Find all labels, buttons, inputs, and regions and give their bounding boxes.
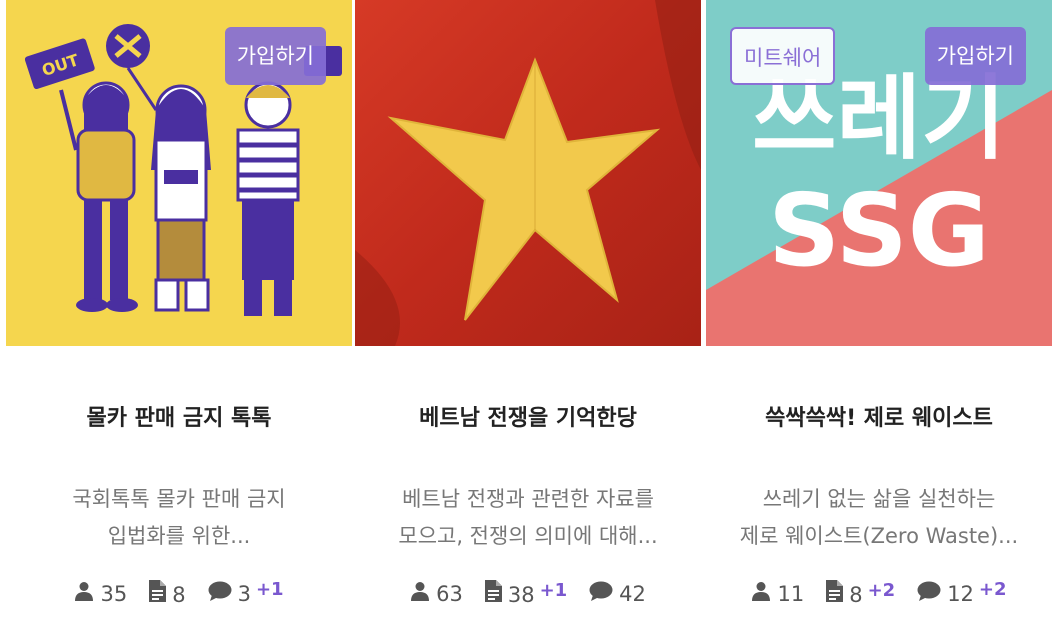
group-card-grid: OUT 가입하기 몰카 판매 금지 톡톡 국회톡톡 몰카 판매 금지 입법화를 …: [0, 0, 1054, 630]
document-icon: [826, 580, 844, 607]
group-card[interactable]: OUT 가입하기 몰카 판매 금지 톡톡 국회톡톡 몰카 판매 금지 입법화를 …: [6, 0, 352, 630]
description-line: 모으고, 전쟁의 의미에 대해...: [398, 524, 658, 548]
comment-icon: [917, 581, 941, 606]
document-icon: [484, 580, 502, 607]
post-count: 8: [149, 580, 186, 607]
new-post-count: +2: [867, 580, 896, 601]
description-line: 쓰레기 없는 삶을 실천하는: [762, 487, 996, 511]
group-stats: 35 8 3 +1: [6, 579, 352, 607]
group-description: 국회톡톡 몰카 판매 금지 입법화를 위한...: [16, 481, 342, 555]
comment-icon: [208, 581, 232, 606]
member-count: 11: [751, 581, 804, 606]
document-icon: [149, 580, 167, 607]
group-stats: 63 38 +1 42: [355, 580, 701, 607]
comment-count-value: 42: [619, 582, 646, 606]
description-line: 입법화를 위한...: [107, 524, 251, 548]
cover-subtitle-text: SSG: [768, 172, 990, 289]
group-title[interactable]: 쓱싹쓱싹! 제로 웨이스트: [706, 400, 1052, 432]
comment-count: 42: [589, 581, 646, 606]
member-count: 35: [74, 581, 127, 606]
member-count-value: 35: [100, 582, 128, 606]
group-thumbnail[interactable]: 쓰레기 SSG 미트쉐어 가입하기: [706, 0, 1052, 346]
post-count: 8 +2: [826, 580, 895, 607]
description-line: 베트남 전쟁과 관련한 자료를: [402, 487, 654, 511]
post-count-value: 8: [172, 583, 186, 607]
person-icon: [74, 581, 94, 606]
description-line: 제로 웨이스트(Zero Waste)...: [739, 524, 1019, 548]
post-count-value: 8: [849, 583, 863, 607]
member-count-value: 63: [436, 582, 463, 606]
group-title[interactable]: 베트남 전쟁을 기억한당: [355, 400, 701, 432]
new-comment-count: +2: [978, 579, 1007, 600]
comment-count-value: 3: [237, 582, 251, 606]
post-count-value: 38: [507, 583, 535, 607]
description-line: 국회톡톡 몰카 판매 금지: [72, 487, 286, 511]
group-card[interactable]: 쓰레기 SSG 미트쉐어 가입하기 쓱싹쓱싹! 제로 웨이스트 쓰레기 없는 삶…: [706, 0, 1052, 630]
new-post-count: +1: [539, 580, 568, 601]
group-card[interactable]: 베트남 전쟁을 기억한당 베트남 전쟁과 관련한 자료를 모으고, 전쟁의 의미…: [355, 0, 701, 630]
member-count-value: 11: [777, 582, 805, 606]
new-comment-count: +1: [255, 579, 284, 600]
comment-count: 12 +2: [917, 579, 1007, 606]
join-badge[interactable]: 가입하기: [924, 27, 1026, 85]
group-description: 쓰레기 없는 삶을 실천하는 제로 웨이스트(Zero Waste)...: [716, 481, 1042, 555]
meetshare-badge[interactable]: 미트쉐어: [730, 27, 836, 85]
vietnam-flag-image: [355, 0, 701, 346]
person-icon: [410, 581, 430, 606]
join-badge[interactable]: 가입하기: [224, 27, 326, 85]
group-description: 베트남 전쟁과 관련한 자료를 모으고, 전쟁의 의미에 대해...: [365, 481, 691, 555]
comment-count-value: 12: [947, 582, 974, 606]
group-thumbnail[interactable]: OUT 가입하기: [6, 0, 352, 346]
group-stats: 11 8 +2 12 +2: [706, 579, 1052, 607]
post-count: 38 +1: [484, 580, 568, 607]
group-title[interactable]: 몰카 판매 금지 톡톡: [6, 400, 352, 432]
comment-count: 3 +1: [208, 579, 284, 606]
person-icon: [751, 581, 771, 606]
group-thumbnail[interactable]: [355, 0, 701, 346]
comment-icon: [589, 581, 613, 606]
member-count: 63: [410, 581, 463, 606]
